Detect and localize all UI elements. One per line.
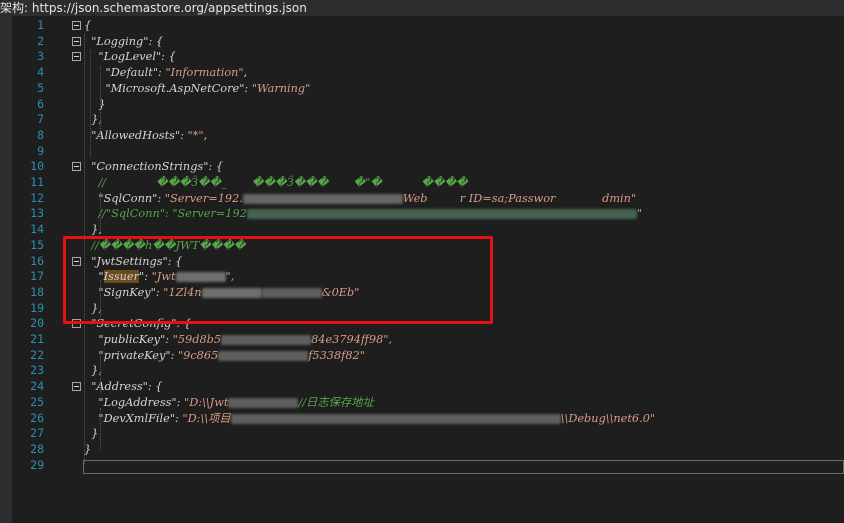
editor-left-margin bbox=[0, 16, 12, 523]
line-number: 22 bbox=[30, 347, 44, 362]
line-number: 28 bbox=[30, 441, 44, 456]
line-number: 19 bbox=[30, 300, 44, 315]
indent-guide bbox=[100, 192, 101, 234]
line-number: 26 bbox=[30, 410, 44, 425]
code-line[interactable]: "Address": { bbox=[84, 379, 162, 395]
line-number: 27 bbox=[30, 426, 44, 441]
code-line[interactable]: "LogAddress": "D:\\Jwt//日志保存地址 bbox=[84, 395, 373, 411]
code-line[interactable]: "LogLevel": { bbox=[84, 49, 175, 65]
line-number: 15 bbox=[30, 237, 44, 252]
code-line[interactable]: } bbox=[84, 442, 91, 458]
line-number: 24 bbox=[30, 379, 44, 394]
indent-guide bbox=[100, 352, 101, 394]
line-number: 2 bbox=[37, 33, 44, 48]
line-number: 4 bbox=[37, 65, 44, 80]
code-line[interactable]: } bbox=[84, 426, 98, 442]
redacted-region bbox=[221, 335, 312, 345]
line-number: 20 bbox=[30, 316, 44, 331]
redacted-region bbox=[242, 193, 403, 204]
line-number: 13 bbox=[30, 206, 44, 221]
line-number: 3 bbox=[37, 49, 44, 64]
indent-guide bbox=[90, 50, 91, 157]
line-number: 12 bbox=[30, 190, 44, 205]
line-number: 1 bbox=[37, 18, 44, 32]
line-number: 7 bbox=[37, 112, 44, 127]
line-number: 8 bbox=[37, 127, 44, 142]
code-line[interactable]: } bbox=[84, 97, 105, 113]
code-line[interactable]: "Logging": { bbox=[84, 34, 163, 50]
line-number: 21 bbox=[30, 332, 44, 346]
line-number: 25 bbox=[30, 394, 44, 409]
code-line[interactable]: "ConnectionStrings": { bbox=[84, 159, 223, 175]
fold-toggle-icon[interactable] bbox=[72, 162, 81, 172]
line-number: 17 bbox=[30, 269, 44, 284]
code-line[interactable]: { bbox=[84, 18, 91, 34]
line-number: 23 bbox=[30, 363, 44, 378]
code-line[interactable]: "DevXmlFile": "D:\\项目 \\Debug\\net6.0" bbox=[84, 411, 655, 427]
current-line-indicator bbox=[83, 460, 844, 474]
line-number: 5 bbox=[37, 80, 44, 95]
annotation-highlight-box bbox=[63, 236, 493, 324]
indent-guide bbox=[100, 408, 101, 450]
schema-url[interactable]: https://json.schemastore.org/appsettings… bbox=[32, 1, 307, 15]
redacted-region bbox=[246, 209, 637, 220]
line-number: 10 bbox=[30, 159, 44, 174]
code-line[interactable]: "Default": "Information", bbox=[84, 65, 248, 81]
fold-toggle-icon[interactable] bbox=[72, 52, 81, 62]
line-number: 18 bbox=[30, 284, 44, 299]
redacted-region bbox=[230, 413, 561, 424]
schema-label: 架构: bbox=[0, 1, 29, 15]
fold-toggle-icon[interactable] bbox=[72, 36, 81, 46]
code-line[interactable]: "AllowedHosts": "*", bbox=[84, 128, 207, 144]
line-number: 11 bbox=[30, 175, 44, 189]
line-number: 9 bbox=[37, 143, 44, 158]
line-number: 29 bbox=[30, 457, 44, 472]
indent-guide bbox=[100, 66, 101, 141]
code-line[interactable]: // ���Ӟ��_ ���Ӟ��� �"� ���� bbox=[84, 175, 468, 191]
code-line[interactable]: "SqlConn": "Server=192. Web r ID=sa;Passw… bbox=[84, 191, 636, 207]
fold-toggle-icon[interactable] bbox=[72, 21, 81, 30]
code-line[interactable]: "publicKey": "59d8b5 84e3794ff98", bbox=[84, 332, 392, 348]
code-line[interactable]: //"SqlConn": "Server=192 " bbox=[84, 206, 642, 222]
code-line[interactable]: "privateKey": "9c865 f5338f82" bbox=[84, 348, 365, 364]
schema-bar[interactable]: 架构: https://json.schemastore.org/appsett… bbox=[0, 0, 844, 16]
line-number: 6 bbox=[37, 96, 44, 111]
redacted-region bbox=[218, 350, 309, 361]
fold-toggle-icon[interactable] bbox=[72, 382, 81, 392]
line-number: 16 bbox=[30, 253, 44, 268]
line-number: 14 bbox=[30, 222, 44, 237]
redacted-region bbox=[228, 397, 299, 408]
code-line[interactable]: "Microsoft.AspNetCore": "Warning" bbox=[84, 81, 311, 97]
